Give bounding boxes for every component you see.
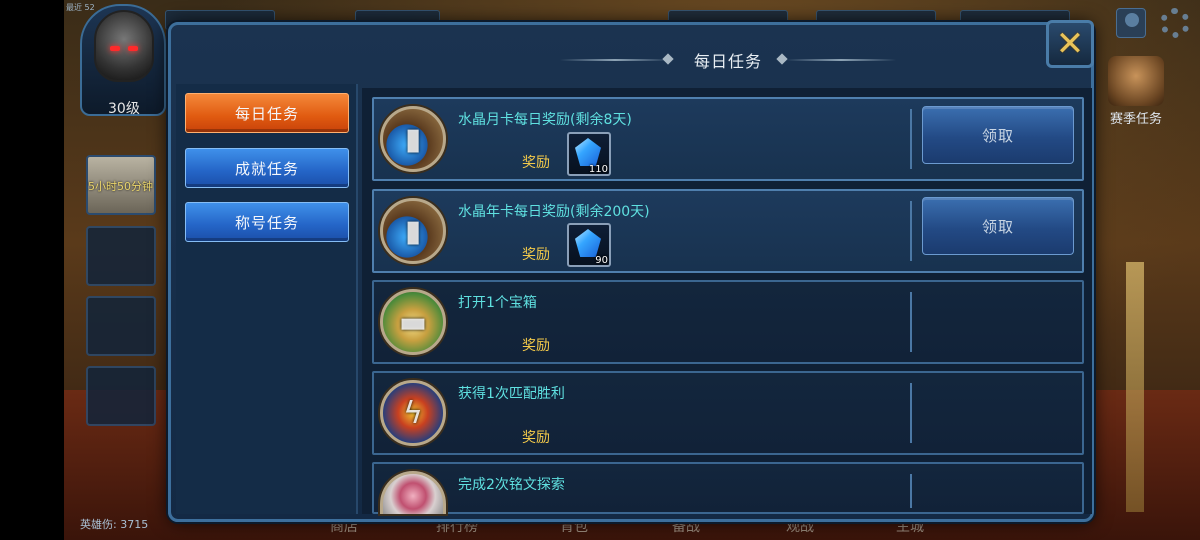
task-divider bbox=[910, 383, 912, 443]
claim-button[interactable]: 领取 bbox=[922, 197, 1074, 255]
reward-item-slot[interactable]: 90 bbox=[567, 223, 611, 267]
task-name: 完成2次铭文探索 bbox=[458, 477, 565, 493]
corner-status-text: 最近 52 bbox=[66, 3, 95, 12]
reward-label: 奖励 bbox=[522, 247, 550, 263]
close-icon: ✕ bbox=[1055, 24, 1085, 64]
title-decoration-line bbox=[560, 59, 670, 61]
task-divider bbox=[910, 201, 912, 261]
task-name: 获得1次匹配胜利 bbox=[458, 386, 565, 402]
reward-label: 奖励 bbox=[522, 338, 550, 354]
close-button[interactable]: ✕ bbox=[1046, 20, 1094, 68]
player-level: 30级 bbox=[108, 101, 140, 117]
crystal-gem-icon bbox=[575, 229, 601, 257]
reward-count: 110 bbox=[588, 164, 608, 175]
crystal-gem-icon bbox=[575, 138, 601, 166]
treasure-chest-icon: ▬ bbox=[380, 289, 446, 355]
season-task-label[interactable]: 赛季任务 bbox=[1110, 108, 1162, 127]
reward-label: 奖励 bbox=[522, 430, 550, 446]
tab-achievement-tasks[interactable]: 成就任务 bbox=[185, 148, 349, 188]
crystal-card-icon: ▮ bbox=[380, 106, 446, 172]
reward-label: 奖励 bbox=[522, 155, 550, 171]
versus-match-icon: ϟ bbox=[380, 380, 446, 446]
empty-chest-slot[interactable] bbox=[86, 366, 156, 426]
tab-title-tasks[interactable]: 称号任务 bbox=[185, 202, 349, 242]
dialog-title: 每日任务 bbox=[693, 52, 762, 71]
claim-button-label: 领取 bbox=[981, 126, 1014, 145]
task-divider bbox=[910, 109, 912, 169]
reward-item-slot[interactable]: 110 bbox=[567, 132, 611, 176]
task-name: 打开1个宝箱 bbox=[458, 295, 537, 311]
reward-count: 90 bbox=[595, 255, 608, 266]
claim-button-label: 领取 bbox=[981, 217, 1014, 236]
tab-label: 称号任务 bbox=[234, 213, 299, 232]
profile-icon[interactable] bbox=[1116, 8, 1146, 38]
season-task-icon[interactable] bbox=[1108, 56, 1164, 106]
crystal-card-icon: ▮ bbox=[380, 198, 446, 264]
task-name: 水晶月卡每日奖励(剩余8天) bbox=[458, 112, 632, 128]
empty-chest-slot[interactable] bbox=[86, 296, 156, 356]
task-name: 水晶年卡每日奖励(剩余200天) bbox=[458, 204, 650, 220]
task-divider bbox=[910, 292, 912, 352]
tab-label: 每日任务 bbox=[234, 104, 299, 123]
tab-label: 成就任务 bbox=[234, 159, 299, 178]
chest-timer: 5小时50分钟 bbox=[88, 180, 153, 193]
letterbox-left bbox=[0, 0, 64, 540]
title-decoration-line bbox=[786, 59, 896, 61]
player-avatar-helmet-icon[interactable] bbox=[94, 10, 154, 82]
empty-chest-slot[interactable] bbox=[86, 226, 156, 286]
hero-power-text: 英雄伤: 3715 bbox=[80, 518, 149, 531]
candelabra-decoration bbox=[1126, 262, 1144, 512]
gear-icon[interactable] bbox=[1160, 8, 1190, 38]
tab-daily-tasks[interactable]: 每日任务 bbox=[185, 93, 349, 133]
claim-button[interactable]: 领取 bbox=[922, 106, 1074, 164]
task-divider bbox=[910, 474, 912, 508]
